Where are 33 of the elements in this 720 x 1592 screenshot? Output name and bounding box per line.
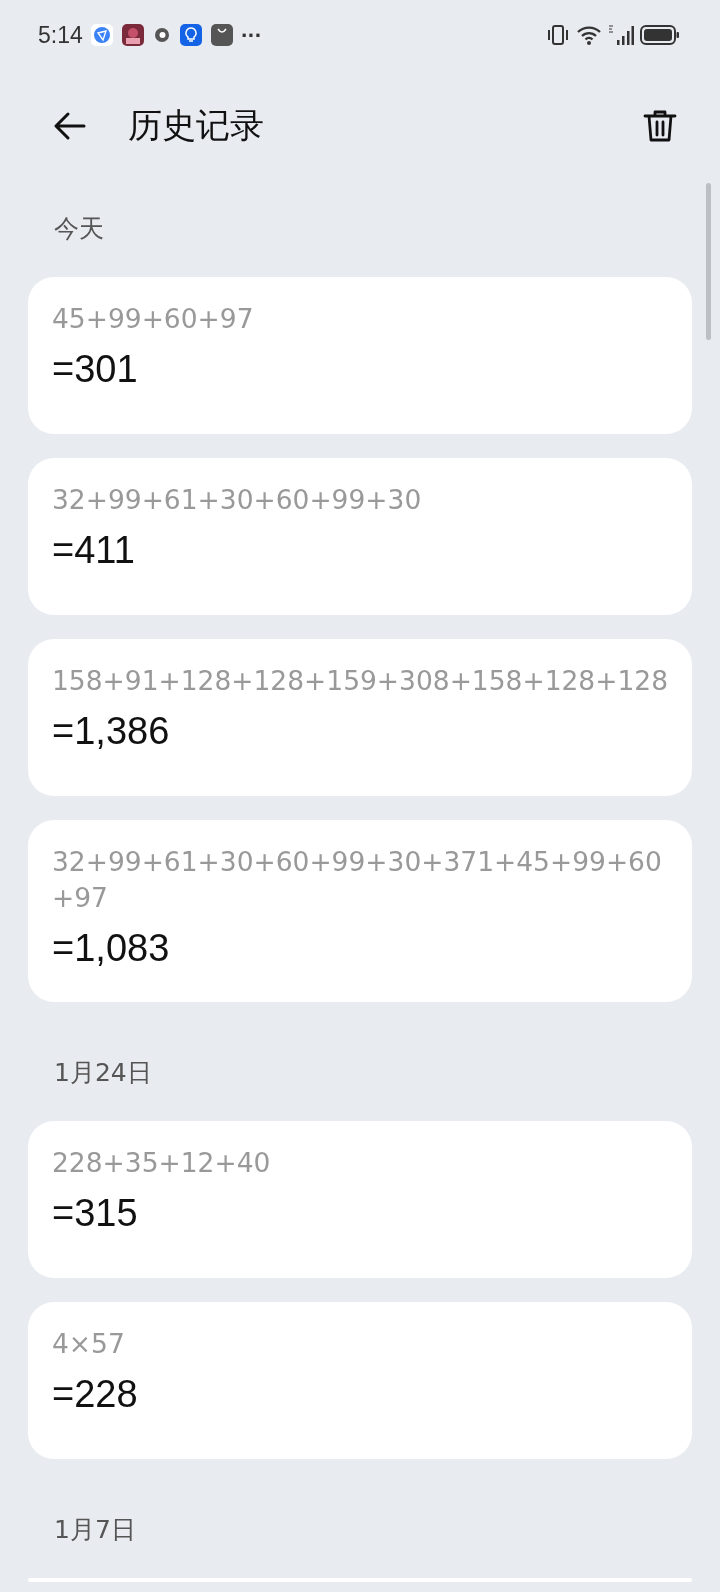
- result-text: =228: [52, 1372, 139, 1417]
- result-text: =1,386: [52, 709, 171, 754]
- expression-text: 228+35+12+40: [52, 1146, 272, 1180]
- history-card[interactable]: 158+91+128+128+159+308+158+128+128 =1,386: [28, 639, 692, 796]
- history-card[interactable]: 4×57 =228: [28, 1302, 692, 1459]
- history-card[interactable]: 45+99+60+97 =301: [28, 277, 692, 434]
- expression-text: 4×57: [52, 1327, 126, 1361]
- app-icon: [90, 24, 113, 46]
- result-text: =301: [52, 347, 139, 392]
- bag-icon: [210, 24, 233, 46]
- bulb-icon: [179, 24, 202, 46]
- expression-text: 158+91+128+128+159+308+158+128+128: [52, 664, 668, 698]
- app-icon: [121, 24, 144, 46]
- status-time: 5:14: [38, 21, 83, 49]
- date-heading: 1月7日: [53, 1514, 137, 1546]
- expression-text: 32+99+61+30+60+99+30: [52, 483, 423, 517]
- app-icon: [152, 26, 171, 44]
- history-card[interactable]: 228+35+12+40 =315: [28, 1121, 692, 1278]
- signal-icon: [608, 24, 634, 46]
- history-card[interactable]: 32+99+61+30+60+99+30+371+45+99+60+97 =1,083: [28, 820, 692, 1002]
- history-card[interactable]: 32+99+61+30+60+99+30 =411: [28, 458, 692, 615]
- page-title: 历史记录: [128, 104, 265, 147]
- expression-text: 45+99+60+97: [52, 302, 255, 336]
- more-notifications: ···: [240, 24, 262, 46]
- wifi-icon: [576, 24, 602, 46]
- date-heading: 1月24日: [53, 1057, 153, 1089]
- battery-icon: [640, 24, 680, 46]
- expression-text: 32+99+61+30+60+99+30+371+45+99+60+97: [52, 845, 663, 915]
- result-text: =315: [52, 1191, 139, 1236]
- vibrate-icon: [546, 24, 570, 46]
- result-text: =411: [52, 528, 136, 573]
- date-heading: 今天: [53, 213, 105, 245]
- result-text: =1,083: [52, 926, 171, 971]
